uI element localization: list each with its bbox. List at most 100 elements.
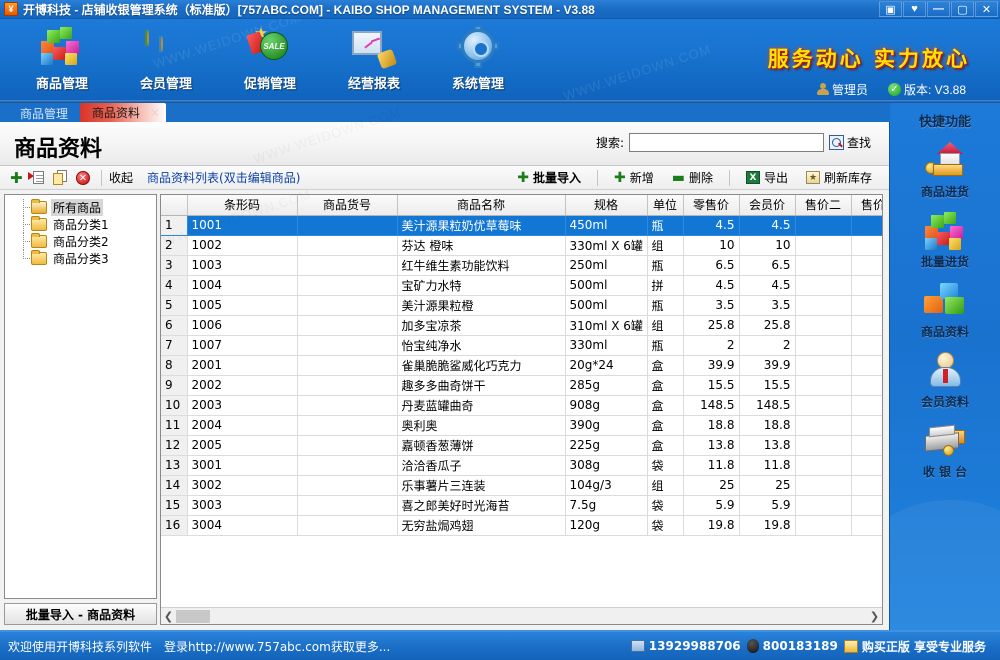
- nav-item-product-management[interactable]: 商品管理: [10, 23, 114, 92]
- buy-promo[interactable]: 购买正版 享受专业服务: [844, 638, 986, 655]
- nav-item-system-management[interactable]: 系统管理: [426, 23, 530, 92]
- table-row[interactable]: 122005嘉顿香葱薄饼225g盒13.813.8: [161, 435, 883, 455]
- cell-spec: 225g: [565, 435, 647, 455]
- scrollbar-track[interactable]: [176, 609, 867, 624]
- table-row[interactable]: 163004无穷盐焗鸡翅120g袋19.819.8: [161, 515, 883, 535]
- table-row[interactable]: 61006加多宝凉茶310ml X 6罐组25.825.8: [161, 315, 883, 335]
- col-barcode[interactable]: 条形码: [187, 195, 297, 215]
- cell-price-3: [851, 295, 883, 315]
- refresh-stock-button[interactable]: ★ 刷新库存: [797, 167, 881, 189]
- export-label: 导出: [764, 169, 788, 186]
- nav-item-promotion-management[interactable]: 促销管理: [218, 23, 322, 92]
- delete-button[interactable]: ▬ 删除: [663, 167, 722, 189]
- col-spec[interactable]: 规格: [565, 195, 647, 215]
- cell-retail-price: 39.9: [683, 355, 739, 375]
- sidebar-item-cashier[interactable]: 收 银 台: [890, 420, 1000, 480]
- cell-price-2: [795, 395, 851, 415]
- cell-product-name: 怡宝纯净水: [397, 335, 565, 355]
- cell-member-price: 11.8: [739, 455, 795, 475]
- tree-node-category-3[interactable]: 商品分类3: [7, 250, 154, 267]
- product-list-link[interactable]: 商品资料列表(双击编辑商品): [147, 169, 300, 186]
- add-icon[interactable]: ✚: [6, 168, 28, 188]
- person-icon: [923, 350, 967, 390]
- close-button[interactable]: ✕: [975, 1, 998, 17]
- cell-unit: 瓶: [647, 335, 683, 355]
- star-icon: ★: [806, 171, 820, 184]
- cell-unit: 盒: [647, 395, 683, 415]
- collapse-button[interactable]: 收起: [109, 169, 133, 186]
- cell-barcode: 1006: [187, 315, 297, 335]
- table-row[interactable]: 82001雀巢脆脆鲨威化巧克力20g*24盒39.939.9: [161, 355, 883, 375]
- tab-strip: 商品管理 商品资料 ✕: [0, 103, 890, 122]
- table-row[interactable]: 21002芬达 橙味330ml X 6罐组1010: [161, 235, 883, 255]
- table-row[interactable]: 112004奥利奥390g盒18.818.8: [161, 415, 883, 435]
- delete-icon[interactable]: ✕: [72, 168, 94, 188]
- sidebar-item-product-data[interactable]: 商品资料: [890, 280, 1000, 340]
- export-button[interactable]: X 导出: [737, 167, 797, 189]
- table-row[interactable]: 51005美汁源果粒橙500ml瓶3.53.5: [161, 295, 883, 315]
- cell-member-price: 4.5: [739, 215, 795, 235]
- scroll-right-button[interactable]: ❯: [867, 610, 882, 623]
- find-button[interactable]: 查找: [829, 134, 871, 151]
- copy-icon[interactable]: [50, 168, 72, 188]
- cell-spec: 310ml X 6罐: [565, 315, 647, 335]
- minimize-button[interactable]: —: [927, 1, 950, 17]
- restore-down-button[interactable]: ▣: [879, 1, 902, 17]
- close-icon[interactable]: ✕: [150, 106, 160, 120]
- col-rownum[interactable]: [161, 195, 187, 215]
- add-button[interactable]: ✚ 新增: [605, 167, 663, 189]
- sidebar-item-purchase[interactable]: 商品进货: [890, 140, 1000, 200]
- tree-node-category-1[interactable]: 商品分类1: [7, 216, 154, 233]
- tab-product-data[interactable]: 商品资料 ✕: [80, 103, 166, 122]
- table-row[interactable]: 41004宝矿力水特500ml拼4.54.5: [161, 275, 883, 295]
- table-row[interactable]: 153003喜之郎美好时光海苔7.5g袋5.95.9: [161, 495, 883, 515]
- nav-item-member-management[interactable]: 会员管理: [114, 23, 218, 92]
- cell-price-3: [851, 355, 883, 375]
- search-input[interactable]: [629, 133, 824, 152]
- col-sku[interactable]: 商品货号: [297, 195, 397, 215]
- product-table: 条形码 商品货号 商品名称 规格 单位 零售价 会员价 售价二 售价三 售价四: [161, 195, 883, 536]
- cell-member-price: 10: [739, 235, 795, 255]
- nav-label: 会员管理: [140, 73, 192, 92]
- plus-icon: ✚: [614, 171, 626, 185]
- col-product-name[interactable]: 商品名称: [397, 195, 565, 215]
- tree-node-category-2[interactable]: 商品分类2: [7, 233, 154, 250]
- cell-spec: 285g: [565, 375, 647, 395]
- skin-button[interactable]: ♥: [903, 1, 926, 17]
- cell-retail-price: 2: [683, 335, 739, 355]
- col-member-price[interactable]: 会员价: [739, 195, 795, 215]
- nav-item-business-reports[interactable]: 经营报表: [322, 23, 426, 92]
- cell-spec: 500ml: [565, 275, 647, 295]
- table-row[interactable]: 133001洽洽香瓜子308g袋11.811.8: [161, 455, 883, 475]
- batch-import-product-button[interactable]: 批量导入 - 商品资料: [4, 603, 157, 625]
- cell-price-3: [851, 315, 883, 335]
- cell-price-2: [795, 355, 851, 375]
- tree-node-all-products[interactable]: 所有商品: [7, 199, 154, 216]
- import-icon[interactable]: [28, 168, 50, 188]
- table-row[interactable]: 11001美汁源果粒奶优草莓味450ml瓶4.54.5: [161, 215, 883, 235]
- col-price-2[interactable]: 售价二: [795, 195, 851, 215]
- current-user: 管理员: [817, 81, 868, 98]
- category-tree[interactable]: 所有商品 商品分类1 商品分类2 商品分: [4, 194, 157, 599]
- horizontal-scrollbar[interactable]: ❮ ❯: [161, 607, 882, 624]
- sidebar-item-batch-purchase[interactable]: 批量进货: [890, 210, 1000, 270]
- col-unit[interactable]: 单位: [647, 195, 683, 215]
- main-header: WWW.WEIDOWN.COM WWW.WEIDOWN.COM 商品管理 会员管…: [0, 19, 1000, 103]
- cell-rownum: 1: [161, 215, 187, 235]
- scrollbar-thumb[interactable]: [176, 610, 210, 623]
- col-price-3[interactable]: 售价三: [851, 195, 883, 215]
- scroll-left-button[interactable]: ❮: [161, 610, 176, 623]
- cell-rownum: 11: [161, 415, 187, 435]
- tab-product-management[interactable]: 商品管理: [8, 104, 80, 122]
- table-row[interactable]: 71007怡宝纯净水330ml瓶22: [161, 335, 883, 355]
- qq-contact[interactable]: 800183189: [747, 639, 838, 653]
- col-retail-price[interactable]: 零售价: [683, 195, 739, 215]
- table-row[interactable]: 143002乐事薯片三连装104g/3组2525: [161, 475, 883, 495]
- table-row[interactable]: 92002趣多多曲奇饼干285g盒15.515.5: [161, 375, 883, 395]
- cell-rownum: 2: [161, 235, 187, 255]
- maximize-button[interactable]: ▢: [951, 1, 974, 17]
- table-row[interactable]: 31003红牛维生素功能饮料250ml瓶6.56.5: [161, 255, 883, 275]
- sidebar-item-member-data[interactable]: 会员资料: [890, 350, 1000, 410]
- table-row[interactable]: 102003丹麦蓝罐曲奇908g盒148.5148.5: [161, 395, 883, 415]
- batch-import-button[interactable]: ✚ 批量导入: [508, 167, 590, 189]
